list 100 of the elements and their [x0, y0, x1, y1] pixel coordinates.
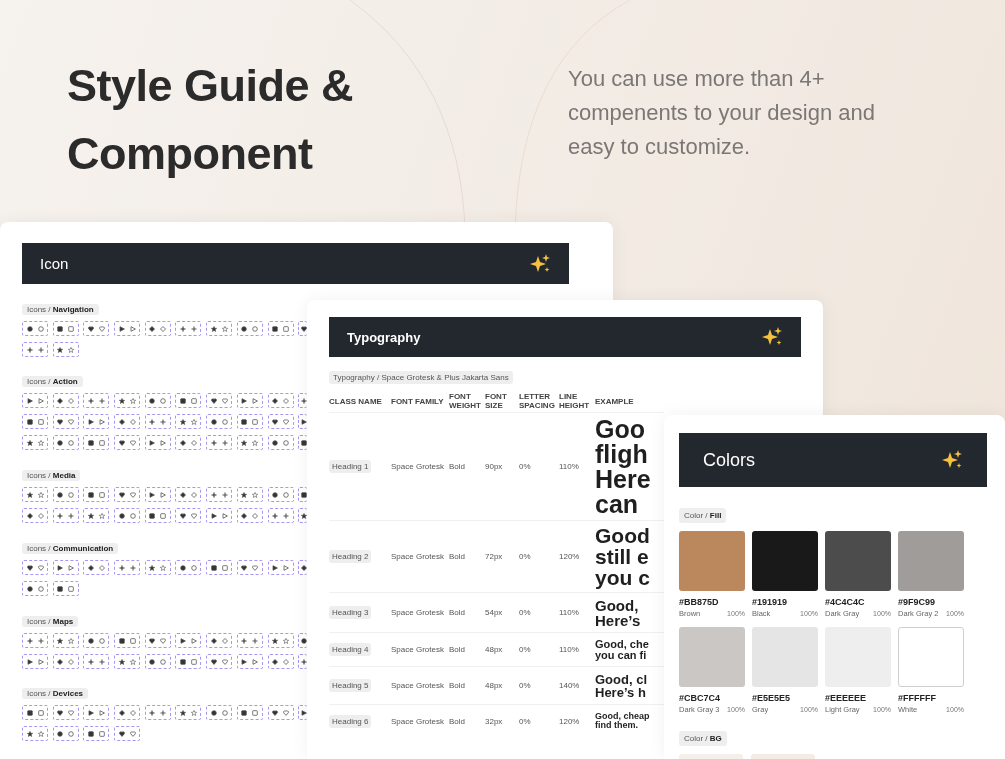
icon-tile[interactable]: [267, 654, 294, 669]
icon-tile[interactable]: [22, 581, 48, 596]
icon-tile[interactable]: [236, 321, 263, 336]
icon-tile[interactable]: [267, 321, 294, 336]
icon-tile[interactable]: [22, 705, 48, 720]
icon-tile[interactable]: [114, 726, 141, 741]
icon-tile[interactable]: [175, 560, 202, 575]
icon-tile[interactable]: [206, 435, 233, 450]
icon-tile[interactable]: [267, 435, 294, 450]
icon-tile[interactable]: [144, 414, 171, 429]
icon-tile[interactable]: [144, 487, 171, 502]
icon-tile[interactable]: [206, 393, 233, 408]
icon-tile[interactable]: [206, 633, 233, 648]
icon-tile[interactable]: [22, 321, 48, 336]
icon-tile[interactable]: [83, 654, 110, 669]
icon-tile[interactable]: [52, 487, 79, 502]
icon-tile[interactable]: [175, 393, 202, 408]
icon-tile[interactable]: [236, 393, 263, 408]
icon-tile[interactable]: [22, 726, 48, 741]
icon-tile[interactable]: [236, 414, 263, 429]
icon-tile[interactable]: [144, 435, 171, 450]
icon-tile[interactable]: [83, 705, 110, 720]
icon-tile[interactable]: [83, 414, 110, 429]
icon-tile[interactable]: [114, 705, 141, 720]
icon-tile[interactable]: [175, 435, 202, 450]
icon-tile[interactable]: [267, 414, 294, 429]
icon-tile[interactable]: [22, 342, 48, 357]
icon-tile[interactable]: [144, 654, 171, 669]
icon-tile[interactable]: [52, 726, 79, 741]
icon-tile[interactable]: [206, 560, 233, 575]
icon-tile[interactable]: [144, 393, 171, 408]
icon-tile[interactable]: [175, 414, 202, 429]
icon-tile[interactable]: [175, 654, 202, 669]
icon-tile[interactable]: [175, 487, 202, 502]
icon-tile[interactable]: [83, 435, 110, 450]
icon-tile[interactable]: [114, 633, 141, 648]
icon-tile[interactable]: [22, 393, 48, 408]
icon-tile[interactable]: [52, 414, 79, 429]
icon-tile[interactable]: [114, 393, 141, 408]
icon-tile[interactable]: [236, 705, 263, 720]
icon-tile[interactable]: [144, 633, 171, 648]
icon-tile[interactable]: [83, 726, 110, 741]
icon-tile[interactable]: [83, 633, 110, 648]
icon-tile[interactable]: [206, 705, 233, 720]
icon-tile[interactable]: [83, 560, 110, 575]
icon-tile[interactable]: [267, 633, 294, 648]
icon-tile[interactable]: [114, 654, 141, 669]
icon-tile[interactable]: [236, 633, 263, 648]
icon-tile[interactable]: [52, 560, 79, 575]
icon-tile[interactable]: [83, 508, 110, 523]
icon-tile[interactable]: [236, 654, 263, 669]
icon-tile[interactable]: [22, 414, 48, 429]
icon-tile[interactable]: [114, 435, 141, 450]
icon-tile[interactable]: [83, 487, 110, 502]
icon-tile[interactable]: [22, 560, 48, 575]
icon-tile[interactable]: [114, 508, 141, 523]
plus-icon: [210, 439, 217, 446]
icon-tile[interactable]: [22, 633, 48, 648]
icon-tile[interactable]: [83, 393, 110, 408]
icon-tile[interactable]: [236, 487, 263, 502]
icon-tile[interactable]: [144, 508, 171, 523]
icon-tile[interactable]: [114, 321, 141, 336]
icon-tile[interactable]: [22, 487, 48, 502]
icon-tile[interactable]: [175, 633, 202, 648]
table-cell: 140%: [559, 681, 580, 690]
icon-tile[interactable]: [267, 487, 294, 502]
icon-tile[interactable]: [52, 508, 79, 523]
icon-tile[interactable]: [52, 581, 79, 596]
icon-tile[interactable]: [144, 321, 171, 336]
icon-tile[interactable]: [206, 508, 233, 523]
icon-tile[interactable]: [236, 560, 263, 575]
icon-tile[interactable]: [22, 508, 48, 523]
icon-tile[interactable]: [52, 342, 79, 357]
icon-tile[interactable]: [175, 705, 202, 720]
icon-tile[interactable]: [267, 393, 294, 408]
icon-tile[interactable]: [175, 321, 202, 336]
icon-tile[interactable]: [175, 508, 202, 523]
icon-tile[interactable]: [52, 393, 79, 408]
icon-tile[interactable]: [144, 560, 171, 575]
icon-tile[interactable]: [267, 705, 294, 720]
icon-tile[interactable]: [206, 654, 233, 669]
icon-tile[interactable]: [206, 321, 233, 336]
icon-tile[interactable]: [114, 487, 141, 502]
icon-tile[interactable]: [236, 508, 263, 523]
icon-tile[interactable]: [206, 487, 233, 502]
icon-tile[interactable]: [52, 654, 79, 669]
icon-tile[interactable]: [114, 414, 141, 429]
icon-tile[interactable]: [22, 654, 48, 669]
icon-tile[interactable]: [144, 705, 171, 720]
icon-tile[interactable]: [267, 508, 294, 523]
icon-tile[interactable]: [267, 560, 294, 575]
icon-tile[interactable]: [206, 414, 233, 429]
icon-tile[interactable]: [52, 633, 79, 648]
icon-tile[interactable]: [52, 435, 79, 450]
icon-tile[interactable]: [22, 435, 48, 450]
icon-tile[interactable]: [52, 321, 79, 336]
icon-tile[interactable]: [236, 435, 263, 450]
icon-tile[interactable]: [83, 321, 110, 336]
icon-tile[interactable]: [52, 705, 79, 720]
icon-tile[interactable]: [114, 560, 141, 575]
